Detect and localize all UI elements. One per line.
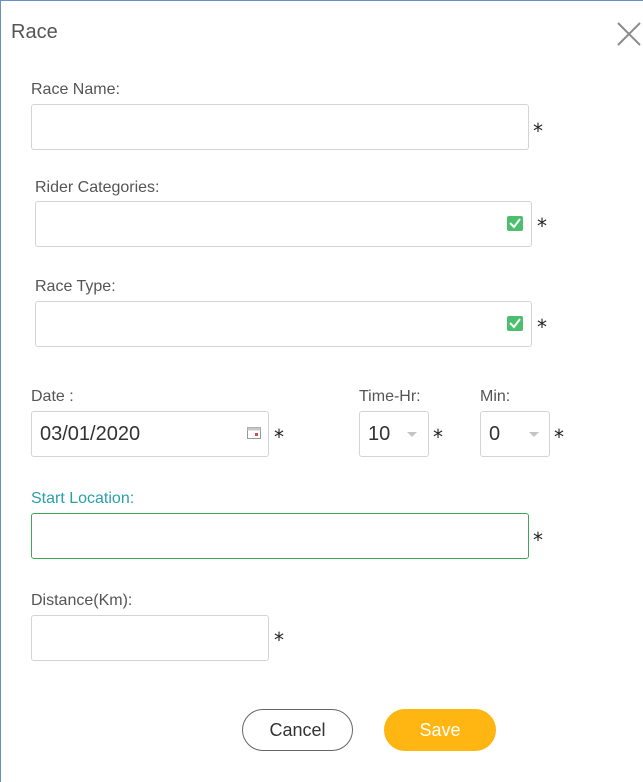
min-select[interactable]: 0 bbox=[480, 411, 550, 457]
date-input[interactable]: 03/01/2020 bbox=[31, 411, 269, 457]
calendar-icon[interactable] bbox=[247, 426, 261, 439]
required-marker: * bbox=[537, 214, 547, 238]
rider-categories-label: Rider Categories: bbox=[35, 179, 160, 196]
check-icon[interactable] bbox=[507, 216, 523, 231]
distance-label: Distance(Km): bbox=[31, 592, 133, 609]
required-marker: * bbox=[537, 315, 547, 339]
required-marker: * bbox=[554, 425, 564, 449]
distance-input[interactable] bbox=[31, 615, 269, 661]
date-value: 03/01/2020 bbox=[40, 423, 141, 445]
required-marker: * bbox=[433, 425, 443, 449]
start-location-label: Start Location: bbox=[31, 490, 135, 507]
time-hr-select[interactable]: 10 bbox=[359, 411, 429, 457]
date-label: Date : bbox=[31, 388, 74, 405]
dialog-title: Race bbox=[11, 21, 58, 43]
required-marker: * bbox=[533, 119, 543, 143]
min-value: 0 bbox=[489, 423, 501, 445]
race-name-input[interactable] bbox=[31, 104, 529, 150]
close-icon[interactable] bbox=[616, 21, 642, 47]
race-type-select[interactable] bbox=[35, 301, 532, 347]
race-name-label: Race Name: bbox=[31, 81, 120, 98]
required-marker: * bbox=[274, 628, 284, 652]
min-label: Min: bbox=[480, 388, 511, 405]
race-dialog: Race Race Name: * Rider Categories: * Ra… bbox=[0, 0, 643, 782]
check-icon[interactable] bbox=[507, 316, 523, 331]
time-hr-value: 10 bbox=[368, 423, 391, 445]
time-hr-label: Time-Hr: bbox=[359, 388, 421, 405]
rider-categories-select[interactable] bbox=[35, 201, 532, 247]
cancel-button[interactable]: Cancel bbox=[242, 709, 353, 751]
save-button[interactable]: Save bbox=[384, 709, 496, 751]
required-marker: * bbox=[274, 425, 284, 449]
chevron-down-icon[interactable] bbox=[407, 432, 417, 437]
race-type-label: Race Type: bbox=[35, 278, 116, 295]
chevron-down-icon[interactable] bbox=[529, 432, 539, 437]
required-marker: * bbox=[533, 528, 543, 552]
start-location-input[interactable] bbox=[31, 513, 529, 559]
